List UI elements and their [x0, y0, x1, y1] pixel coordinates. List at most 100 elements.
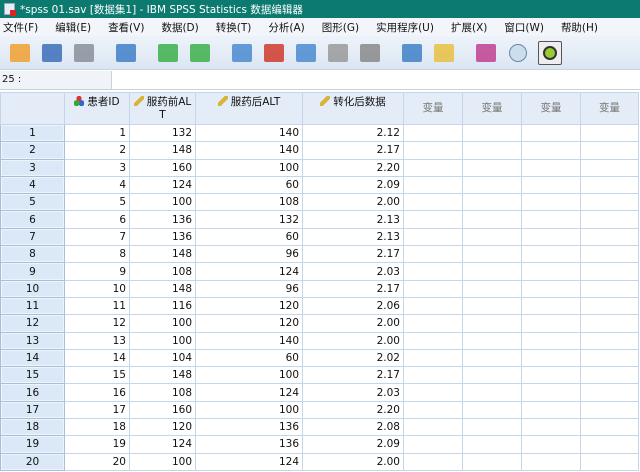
empty-cell[interactable] [521, 245, 581, 264]
data-cell[interactable]: 100 [129, 314, 196, 333]
data-cell[interactable]: 2 [64, 141, 130, 160]
empty-cell[interactable] [403, 366, 463, 385]
empty-cell[interactable] [403, 262, 463, 281]
data-cell[interactable]: 2.09 [302, 175, 404, 195]
row-number[interactable]: 19 [0, 435, 65, 454]
column-header[interactable]: 服药后ALT [195, 92, 303, 125]
row-number[interactable]: 18 [0, 418, 65, 437]
data-cell[interactable]: 2.03 [302, 262, 404, 281]
data-cell[interactable]: 100 [195, 366, 303, 385]
row-number[interactable]: 5 [0, 193, 65, 212]
undo-button[interactable] [156, 41, 180, 65]
data-cell[interactable]: 2.17 [302, 245, 404, 264]
empty-cell[interactable] [403, 123, 463, 143]
empty-cell[interactable] [403, 141, 463, 160]
data-cell[interactable]: 2.12 [302, 123, 404, 143]
empty-cell[interactable] [462, 452, 522, 471]
empty-cell[interactable] [462, 245, 522, 264]
empty-cell[interactable] [462, 366, 522, 385]
empty-cell[interactable] [403, 314, 463, 333]
data-cell[interactable]: 9 [64, 262, 130, 281]
data-cell[interactable]: 148 [129, 141, 196, 160]
data-cell[interactable]: 18 [64, 418, 130, 437]
data-cell[interactable]: 20 [64, 452, 130, 471]
data-cell[interactable]: 160 [129, 400, 196, 420]
find-button[interactable] [358, 41, 382, 65]
data-cell[interactable]: 2.20 [302, 400, 404, 420]
data-cell[interactable]: 124 [129, 175, 196, 195]
data-cell[interactable]: 108 [129, 262, 196, 281]
empty-variable-header[interactable]: 变量 [580, 92, 639, 125]
empty-cell[interactable] [462, 193, 522, 212]
empty-variable-header[interactable]: 变量 [403, 92, 463, 125]
data-cell[interactable]: 2.00 [302, 452, 404, 471]
data-cell[interactable]: 1 [64, 123, 130, 143]
empty-cell[interactable] [580, 296, 639, 316]
empty-cell[interactable] [462, 296, 522, 316]
empty-cell[interactable] [462, 262, 522, 281]
data-cell[interactable]: 104 [129, 348, 196, 368]
data-cell[interactable]: 11 [64, 296, 130, 316]
open-button[interactable] [8, 41, 32, 65]
print-button[interactable] [72, 41, 96, 65]
data-cell[interactable]: 140 [195, 331, 303, 350]
row-number[interactable]: 7 [0, 227, 65, 247]
empty-cell[interactable] [403, 452, 463, 471]
data-cell[interactable]: 132 [129, 123, 196, 143]
menu-item[interactable]: 编辑(E) [55, 20, 91, 35]
empty-cell[interactable] [403, 383, 463, 402]
split-file-button[interactable] [432, 41, 456, 65]
goto-case-button[interactable] [230, 41, 254, 65]
empty-cell[interactable] [462, 348, 522, 368]
empty-cell[interactable] [521, 193, 581, 212]
empty-cell[interactable] [521, 279, 581, 298]
data-cell[interactable]: 120 [195, 314, 303, 333]
data-cell[interactable]: 60 [195, 175, 303, 195]
redo-button[interactable] [188, 41, 212, 65]
empty-cell[interactable] [580, 331, 639, 350]
data-cell[interactable]: 136 [129, 210, 196, 229]
empty-cell[interactable] [462, 418, 522, 437]
empty-cell[interactable] [580, 383, 639, 402]
empty-cell[interactable] [462, 435, 522, 454]
empty-cell[interactable] [580, 158, 639, 177]
value-labels-button[interactable] [474, 41, 498, 65]
data-cell[interactable]: 2.17 [302, 141, 404, 160]
menu-item[interactable]: 窗口(W) [504, 20, 544, 35]
row-number[interactable]: 4 [0, 175, 65, 195]
data-cell[interactable]: 60 [195, 227, 303, 247]
data-cell[interactable]: 148 [129, 245, 196, 264]
data-cell[interactable]: 16 [64, 383, 130, 402]
column-header[interactable]: 患者ID [64, 92, 130, 125]
run-descriptives-button[interactable] [326, 41, 350, 65]
data-cell[interactable]: 2.00 [302, 314, 404, 333]
use-sets-button[interactable] [506, 41, 530, 65]
data-cell[interactable]: 14 [64, 348, 130, 368]
empty-cell[interactable] [403, 348, 463, 368]
empty-cell[interactable] [521, 418, 581, 437]
empty-cell[interactable] [521, 435, 581, 454]
data-cell[interactable]: 100 [129, 331, 196, 350]
data-cell[interactable]: 2.00 [302, 193, 404, 212]
empty-cell[interactable] [403, 435, 463, 454]
data-cell[interactable]: 100 [129, 452, 196, 471]
empty-cell[interactable] [521, 175, 581, 195]
empty-cell[interactable] [462, 227, 522, 247]
row-number[interactable]: 20 [0, 452, 65, 471]
goto-variable-button[interactable] [262, 41, 286, 65]
data-cell[interactable]: 2.13 [302, 210, 404, 229]
empty-cell[interactable] [580, 279, 639, 298]
empty-cell[interactable] [521, 314, 581, 333]
row-number[interactable]: 2 [0, 141, 65, 160]
data-cell[interactable]: 12 [64, 314, 130, 333]
data-cell[interactable]: 132 [195, 210, 303, 229]
empty-cell[interactable] [403, 245, 463, 264]
menu-item[interactable]: 图形(G) [322, 20, 359, 35]
data-cell[interactable]: 19 [64, 435, 130, 454]
empty-cell[interactable] [521, 296, 581, 316]
show-all-variables-button[interactable] [538, 40, 562, 65]
empty-cell[interactable] [462, 123, 522, 143]
data-cell[interactable]: 2.09 [302, 435, 404, 454]
data-cell[interactable]: 108 [195, 193, 303, 212]
empty-cell[interactable] [580, 366, 639, 385]
